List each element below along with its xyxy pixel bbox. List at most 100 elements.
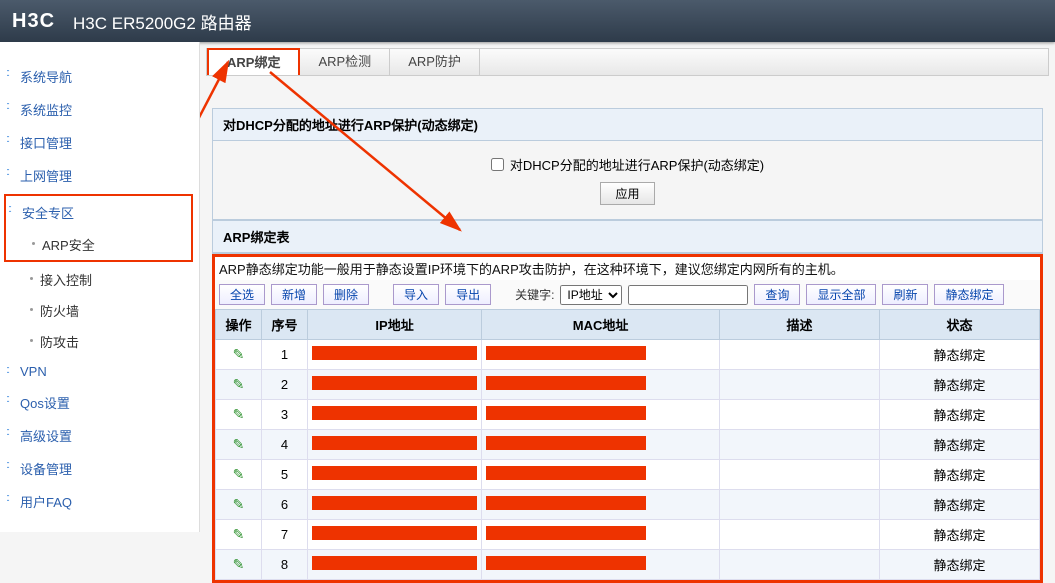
app-header: H3C H3C ER5200G2 路由器 xyxy=(0,0,1055,42)
edit-icon[interactable]: ✎ xyxy=(233,526,245,542)
edit-icon[interactable]: ✎ xyxy=(233,346,245,362)
redacted-bar xyxy=(486,406,646,420)
sidebar-item[interactable]: 防攻击 xyxy=(0,326,199,357)
delete-button[interactable]: 删除 xyxy=(323,284,369,305)
show-all-button[interactable]: 显示全部 xyxy=(806,284,876,305)
column-header: IP地址 xyxy=(308,310,482,340)
row-index: 7 xyxy=(262,520,308,550)
ip-cell xyxy=(308,370,482,400)
table-row: ✎ 6 静态绑定 xyxy=(216,490,1040,520)
dhcp-arp-panel: 对DHCP分配的地址进行ARP保护(动态绑定) 对DHCP分配的地址进行ARP保… xyxy=(212,108,1043,220)
desc-cell xyxy=(720,520,880,550)
desc-cell xyxy=(720,370,880,400)
sidebar-item[interactable]: 高级设置 xyxy=(0,419,199,452)
import-button[interactable]: 导入 xyxy=(393,284,439,305)
ip-cell xyxy=(308,430,482,460)
mac-cell xyxy=(482,430,720,460)
status-cell: 静态绑定 xyxy=(880,460,1040,490)
redacted-bar xyxy=(486,466,646,480)
redacted-bar xyxy=(486,526,646,540)
panel-title: 对DHCP分配的地址进行ARP保护(动态绑定) xyxy=(213,109,1042,141)
sidebar-item[interactable]: 设备管理 xyxy=(0,452,199,485)
refresh-button[interactable]: 刷新 xyxy=(882,284,928,305)
redacted-bar xyxy=(312,466,477,480)
dhcp-arp-checkbox-label[interactable]: 对DHCP分配的地址进行ARP保护(动态绑定) xyxy=(491,155,764,174)
table-row: ✎ 1 静态绑定 xyxy=(216,340,1040,370)
keyword-field-select[interactable]: IP地址 xyxy=(560,285,622,305)
table-row: ✎3静态绑定 xyxy=(216,400,1040,430)
mac-cell xyxy=(482,520,720,550)
tab-arp-detect[interactable]: ARP检测 xyxy=(300,49,390,75)
sidebar-item[interactable]: 接入控制 xyxy=(0,264,199,295)
sidebar-item-security[interactable]: 安全专区 xyxy=(6,196,191,229)
edit-icon[interactable]: ✎ xyxy=(233,466,245,482)
edit-icon[interactable]: ✎ xyxy=(233,436,245,452)
sidebar-item[interactable]: 用户FAQ xyxy=(0,485,199,518)
logo: H3C xyxy=(12,10,55,33)
redacted-bar xyxy=(486,496,646,510)
redacted-bar xyxy=(486,346,646,360)
redacted-bar xyxy=(312,436,477,450)
redacted-bar xyxy=(486,376,646,390)
status-cell: 静态绑定 xyxy=(880,430,1040,460)
edit-icon[interactable]: ✎ xyxy=(233,376,245,392)
status-cell: 静态绑定 xyxy=(880,370,1040,400)
sidebar-item[interactable]: 上网管理 xyxy=(0,159,199,192)
status-cell: 静态绑定 xyxy=(880,490,1040,520)
table-row: ✎2静态绑定 xyxy=(216,370,1040,400)
edit-icon[interactable]: ✎ xyxy=(233,406,245,422)
edit-icon[interactable]: ✎ xyxy=(233,496,245,512)
redacted-bar xyxy=(312,376,477,390)
status-cell: 静态绑定 xyxy=(880,520,1040,550)
sidebar-highlight-security: 安全专区 ARP安全 xyxy=(4,194,193,262)
static-bind-button[interactable]: 静态绑定 xyxy=(934,284,1004,305)
redacted-bar xyxy=(312,346,477,360)
column-header: 操作 xyxy=(216,310,262,340)
sidebar-item[interactable]: 防火墙 xyxy=(0,295,199,326)
ip-cell xyxy=(308,400,482,430)
dhcp-arp-checkbox[interactable] xyxy=(491,158,504,171)
status-cell: 静态绑定 xyxy=(880,550,1040,580)
apply-button[interactable]: 应用 xyxy=(600,182,654,205)
sidebar-item[interactable]: Qos设置 xyxy=(0,386,199,419)
redacted-bar xyxy=(312,526,477,540)
table-row: ✎ 8 静态绑定 xyxy=(216,550,1040,580)
row-index: 8 xyxy=(262,550,308,580)
panel2-title: ARP绑定表 xyxy=(213,221,1042,253)
ip-cell xyxy=(308,520,482,550)
desc-cell xyxy=(720,550,880,580)
select-all-button[interactable]: 全选 xyxy=(219,284,265,305)
ip-cell xyxy=(308,550,482,580)
search-button[interactable]: 查询 xyxy=(754,284,800,305)
arp-table-desc: ARP静态绑定功能一般用于静态设置IP环境下的ARP攻击防护，在这种环境下，建议… xyxy=(215,257,1040,280)
keyword-input[interactable] xyxy=(628,285,748,305)
sidebar: 系统导航系统监控接口管理上网管理 安全专区 ARP安全 接入控制防火墙防攻击 V… xyxy=(0,42,200,532)
sidebar-item[interactable]: 接口管理 xyxy=(0,126,199,159)
mac-cell xyxy=(482,340,720,370)
redacted-bar xyxy=(486,556,646,570)
mac-cell xyxy=(482,400,720,430)
redacted-bar xyxy=(312,406,477,420)
row-index: 6 xyxy=(262,490,308,520)
row-index: 1 xyxy=(262,340,308,370)
sidebar-item-arp-security[interactable]: ARP安全 xyxy=(6,229,191,260)
page-title: H3C ER5200G2 路由器 xyxy=(73,9,252,34)
status-cell: 静态绑定 xyxy=(880,340,1040,370)
column-header: 状态 xyxy=(880,310,1040,340)
row-index: 4 xyxy=(262,430,308,460)
tab-arp-protect[interactable]: ARP防护 xyxy=(390,49,480,75)
edit-icon[interactable]: ✎ xyxy=(233,556,245,572)
sidebar-item[interactable]: 系统监控 xyxy=(0,93,199,126)
ip-cell xyxy=(308,340,482,370)
add-button[interactable]: 新增 xyxy=(271,284,317,305)
ip-cell xyxy=(308,460,482,490)
ip-cell xyxy=(308,490,482,520)
keyword-label: 关键字: xyxy=(515,286,554,303)
export-button[interactable]: 导出 xyxy=(445,284,491,305)
tab-arp-bind[interactable]: ARP绑定 xyxy=(207,48,300,75)
redacted-bar xyxy=(486,436,646,450)
sidebar-item[interactable]: VPN xyxy=(0,357,199,386)
sidebar-item[interactable]: 系统导航 xyxy=(0,60,199,93)
column-header: MAC地址 xyxy=(482,310,720,340)
mac-cell xyxy=(482,370,720,400)
